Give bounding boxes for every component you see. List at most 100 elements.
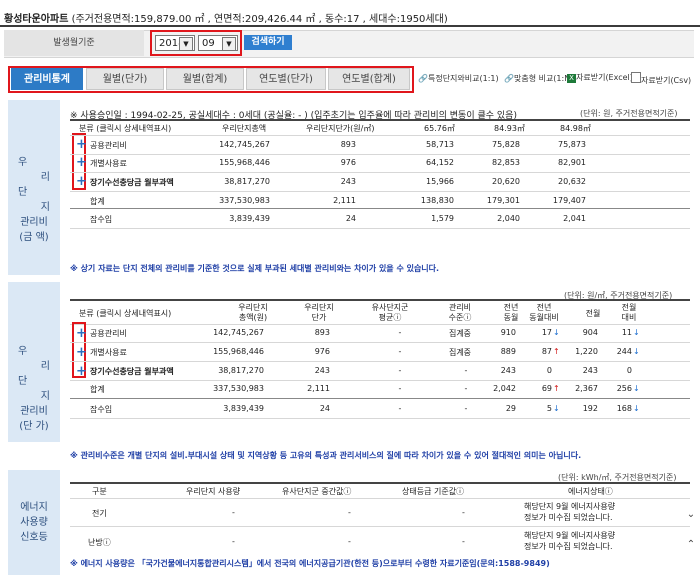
link-icon: 🔗 xyxy=(418,74,428,83)
arrow-down-icon: ↓ xyxy=(633,404,640,413)
section3-title: 에너지 사용량 신호등 xyxy=(8,470,60,575)
table-cell: 243 xyxy=(340,177,356,186)
month-select[interactable]: 09 ▼ xyxy=(198,35,238,51)
table-cell: 11 xyxy=(621,328,632,337)
s2-r0-label[interactable]: 공용관리비 xyxy=(90,328,127,339)
arrow-down-icon: ↓ xyxy=(553,404,560,413)
table-cell: 179,301 xyxy=(486,196,520,205)
compare-1n-link[interactable]: 🔗맞춤형 비교(1:N) xyxy=(504,73,573,84)
csv-download[interactable]: 자료받기(Csv) xyxy=(631,72,691,86)
table-cell: 2,111 xyxy=(333,196,356,205)
tab-monthly-total[interactable]: 월별(합계) xyxy=(166,68,244,90)
scroll-down-icon[interactable]: ⌄ xyxy=(686,510,696,520)
excel-download[interactable]: X 자료받기(Excel) xyxy=(567,72,633,83)
chevron-down-icon: ▼ xyxy=(222,37,236,51)
column-header: 전년 동월대비 xyxy=(529,303,559,322)
column-header: 우리단지 단가 xyxy=(304,303,334,322)
table-cell: 168 xyxy=(616,404,632,413)
table-cell: 75,873 xyxy=(558,140,586,149)
section1-top-line xyxy=(70,119,690,121)
table-cell: - xyxy=(232,508,235,517)
table-cell: 910 xyxy=(500,328,516,337)
table-cell: 889 xyxy=(500,347,516,356)
table-cell: - xyxy=(398,404,402,413)
arrow-down-icon: ↓ xyxy=(553,328,560,337)
table-cell: 20,620 xyxy=(492,177,520,186)
column-header: 관리비 수준ⓘ xyxy=(448,303,472,322)
table-cell: 904 xyxy=(582,328,598,337)
link-icon: 🔗 xyxy=(504,74,514,83)
section1-unit: (단위: 원, 주거전용면적기준) xyxy=(580,109,678,118)
table-cell: 3,839,439 xyxy=(223,404,264,413)
row-divider xyxy=(70,342,690,343)
table-cell: 893 xyxy=(314,328,330,337)
expand-icon[interactable]: + xyxy=(76,138,87,151)
arrow-down-icon: ↓ xyxy=(633,384,640,393)
scroll-up-icon[interactable]: ⌃ xyxy=(686,540,696,550)
table-cell: 243 xyxy=(314,366,330,375)
table-cell: 집계중 xyxy=(448,348,472,357)
column-header: 전년 동월 xyxy=(503,303,519,322)
table-cell: 976 xyxy=(340,158,356,167)
table-cell: 58,713 xyxy=(426,140,454,149)
month-value: 09 xyxy=(202,38,215,49)
column-header: 우리단지 총액(원) xyxy=(238,303,268,322)
table-cell: 1,579 xyxy=(431,214,454,223)
row-divider xyxy=(70,526,690,527)
table-cell: - xyxy=(464,404,468,413)
table-cell: 142,745,267 xyxy=(213,328,264,337)
s1-h0: 분류 (클릭시 상세내역표시) xyxy=(79,124,172,133)
s2-r4-label: 잡수입 xyxy=(90,405,113,414)
arrow-up-icon: ↑ xyxy=(553,384,560,393)
table-cell: 29 xyxy=(505,404,516,413)
table-cell: 142,745,267 xyxy=(219,140,270,149)
arrow-down-icon: ↓ xyxy=(633,328,640,337)
s2-h0: 분류 (클릭시 상세내역표시) xyxy=(79,309,172,318)
row-divider xyxy=(70,191,690,192)
column-header: 우리단지 사용량 xyxy=(186,487,241,496)
search-button[interactable]: 검색하기 xyxy=(244,35,292,50)
table-cell: 3,839,439 xyxy=(229,214,270,223)
s1-h5: 84.98㎡ xyxy=(560,124,591,133)
s2-r2-label[interactable]: 장기수선충당금 월부과액 xyxy=(90,366,174,377)
row-divider xyxy=(70,172,690,173)
table-cell: 38,817,270 xyxy=(218,366,264,375)
table-cell: 2,041 xyxy=(563,214,586,223)
tab-yearly-total[interactable]: 연도별(합계) xyxy=(328,68,410,90)
column-header: 구분 xyxy=(92,487,107,496)
table-cell: 17 xyxy=(541,328,552,337)
column-header: 에너지상태ⓘ xyxy=(568,487,613,496)
row-divider xyxy=(70,135,690,136)
tab-management-stats[interactable]: 관리비통계 xyxy=(11,68,83,90)
row-divider xyxy=(70,380,690,381)
apt-info: (주거전용면적:159,879.00 ㎡ , 연면적:209,426.44 ㎡ … xyxy=(68,14,448,25)
s1-r2-label[interactable]: 장기수선충당금 월부과액 xyxy=(90,177,174,188)
table-cell: 82,901 xyxy=(558,158,586,167)
arrow-down-icon: ↓ xyxy=(633,347,640,356)
table-cell: 256 xyxy=(616,384,632,393)
expand-icon[interactable]: + xyxy=(76,156,87,169)
section1-note: ※ 상기 자료는 단지 전체의 관리비를 기준한 것으로 실제 부과된 세대별 … xyxy=(70,264,440,273)
expand-icon[interactable]: + xyxy=(76,346,87,359)
s2-r3-label: 합계 xyxy=(90,385,105,394)
s2-r1-label[interactable]: 개별사용료 xyxy=(90,347,127,358)
tab-yearly-unit[interactable]: 연도별(단가) xyxy=(246,68,326,90)
s1-r1-label[interactable]: 개별사용료 xyxy=(90,158,127,169)
csv-icon xyxy=(631,72,641,83)
column-header: 전월 대비 xyxy=(621,303,637,322)
row-divider xyxy=(70,418,690,419)
table-cell: 1,220 xyxy=(575,347,598,356)
expand-icon[interactable]: + xyxy=(76,365,87,378)
row-divider xyxy=(70,228,690,229)
table-cell: 976 xyxy=(314,347,330,356)
table-cell: 5 xyxy=(546,404,552,413)
expand-icon[interactable]: + xyxy=(76,327,87,340)
compare-11-link[interactable]: 🔗특정단지와비교(1:1) xyxy=(418,73,499,84)
tab-monthly-unit[interactable]: 월별(단가) xyxy=(86,68,164,90)
year-select[interactable]: 2018 ▼ xyxy=(155,35,195,51)
row-divider xyxy=(70,208,690,209)
arrow-up-icon: ↑ xyxy=(553,347,560,356)
s1-r0-label[interactable]: 공용관리비 xyxy=(90,140,127,151)
expand-icon[interactable]: + xyxy=(76,175,87,188)
table-cell: - xyxy=(348,537,351,546)
